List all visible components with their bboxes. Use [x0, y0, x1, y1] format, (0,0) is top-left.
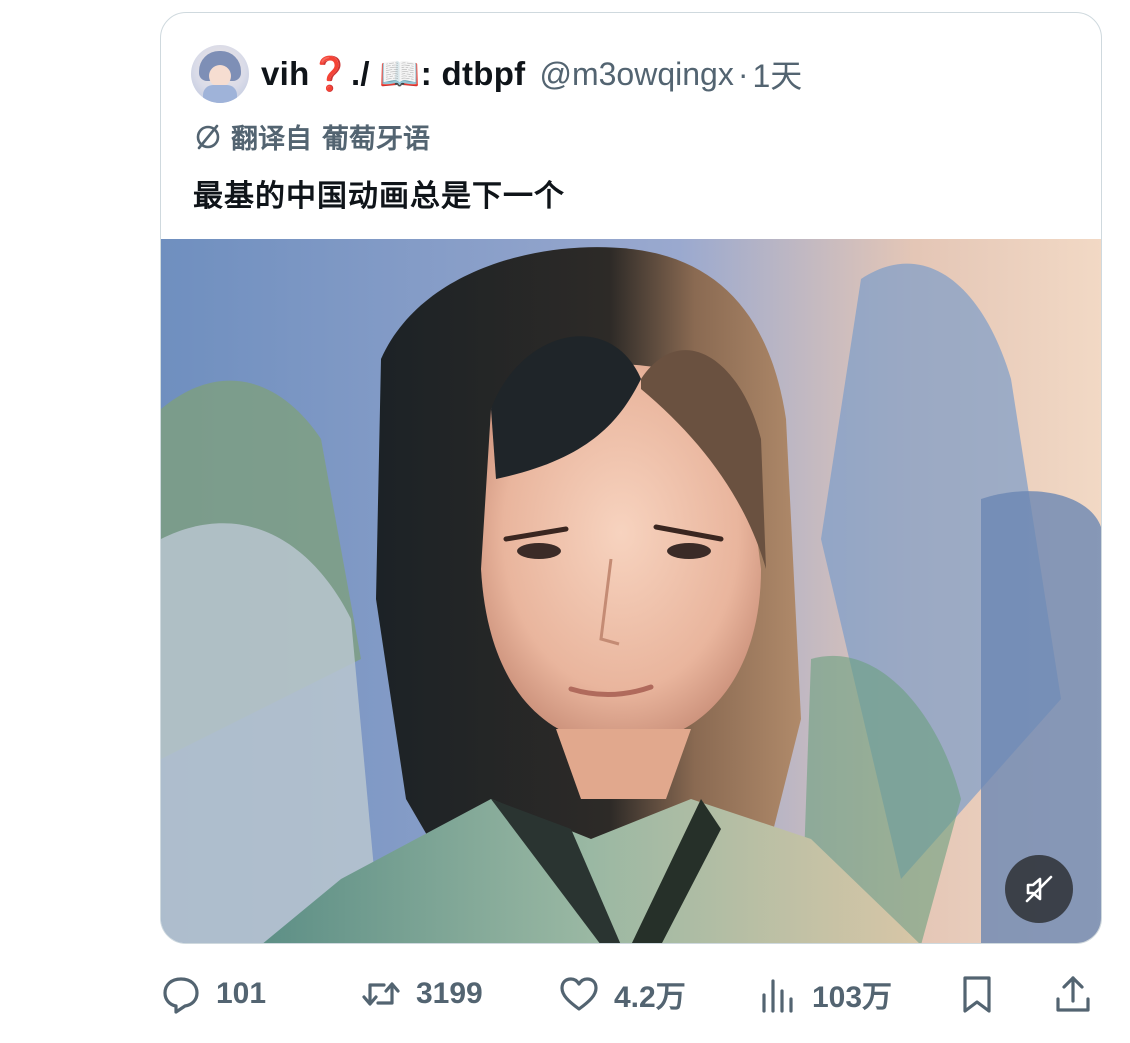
mute-button[interactable] — [1005, 855, 1073, 923]
tweet-actions: 101 3199 4.2万 103万 — [160, 966, 1110, 1022]
retweet-button[interactable]: 3199 — [360, 966, 483, 1022]
translated-notice[interactable]: 翻译自 葡萄牙语 — [193, 117, 430, 156]
like-button[interactable]: 4.2万 — [558, 966, 686, 1022]
reply-icon — [163, 977, 199, 1014]
tweet-card[interactable]: vih❓./ 📖: dtbpf @m3owqingx · 1天 翻译自 葡萄牙语… — [160, 12, 1102, 944]
display-name[interactable]: vih❓./ 📖: dtbpf — [261, 55, 525, 94]
bookmark-button[interactable] — [956, 966, 1012, 1022]
reply-count: 101 — [216, 977, 267, 1010]
speaker-muted-icon — [1025, 875, 1053, 903]
retweet-count: 3199 — [416, 977, 483, 1010]
translated-from-label: 翻译自 — [231, 124, 312, 154]
video-frame — [161, 239, 1101, 943]
tweet-video[interactable] — [161, 239, 1101, 943]
tweet-header: vih❓./ 📖: dtbpf @m3owqingx · 1天 — [191, 43, 802, 105]
bookmark-icon — [963, 976, 991, 1013]
reply-button[interactable]: 101 — [160, 966, 266, 1022]
separator-dot: · — [737, 55, 749, 92]
translated-language: 葡萄牙语 — [322, 124, 430, 154]
bar-chart-icon — [762, 979, 793, 1013]
tweet-text: 最基的中国动画总是下一个 — [193, 180, 565, 213]
translate-icon — [196, 124, 220, 149]
views-button[interactable]: 103万 — [756, 966, 892, 1022]
timestamp[interactable]: 1天 — [752, 51, 802, 97]
avatar[interactable] — [191, 45, 249, 103]
share-icon — [1056, 976, 1090, 1012]
share-button[interactable] — [1052, 966, 1108, 1022]
like-count: 4.2万 — [614, 981, 686, 1014]
views-count: 103万 — [812, 981, 893, 1014]
retweet-icon — [362, 982, 400, 1006]
user-handle[interactable]: @m3owqingx — [539, 56, 733, 93]
heart-icon — [560, 977, 598, 1011]
